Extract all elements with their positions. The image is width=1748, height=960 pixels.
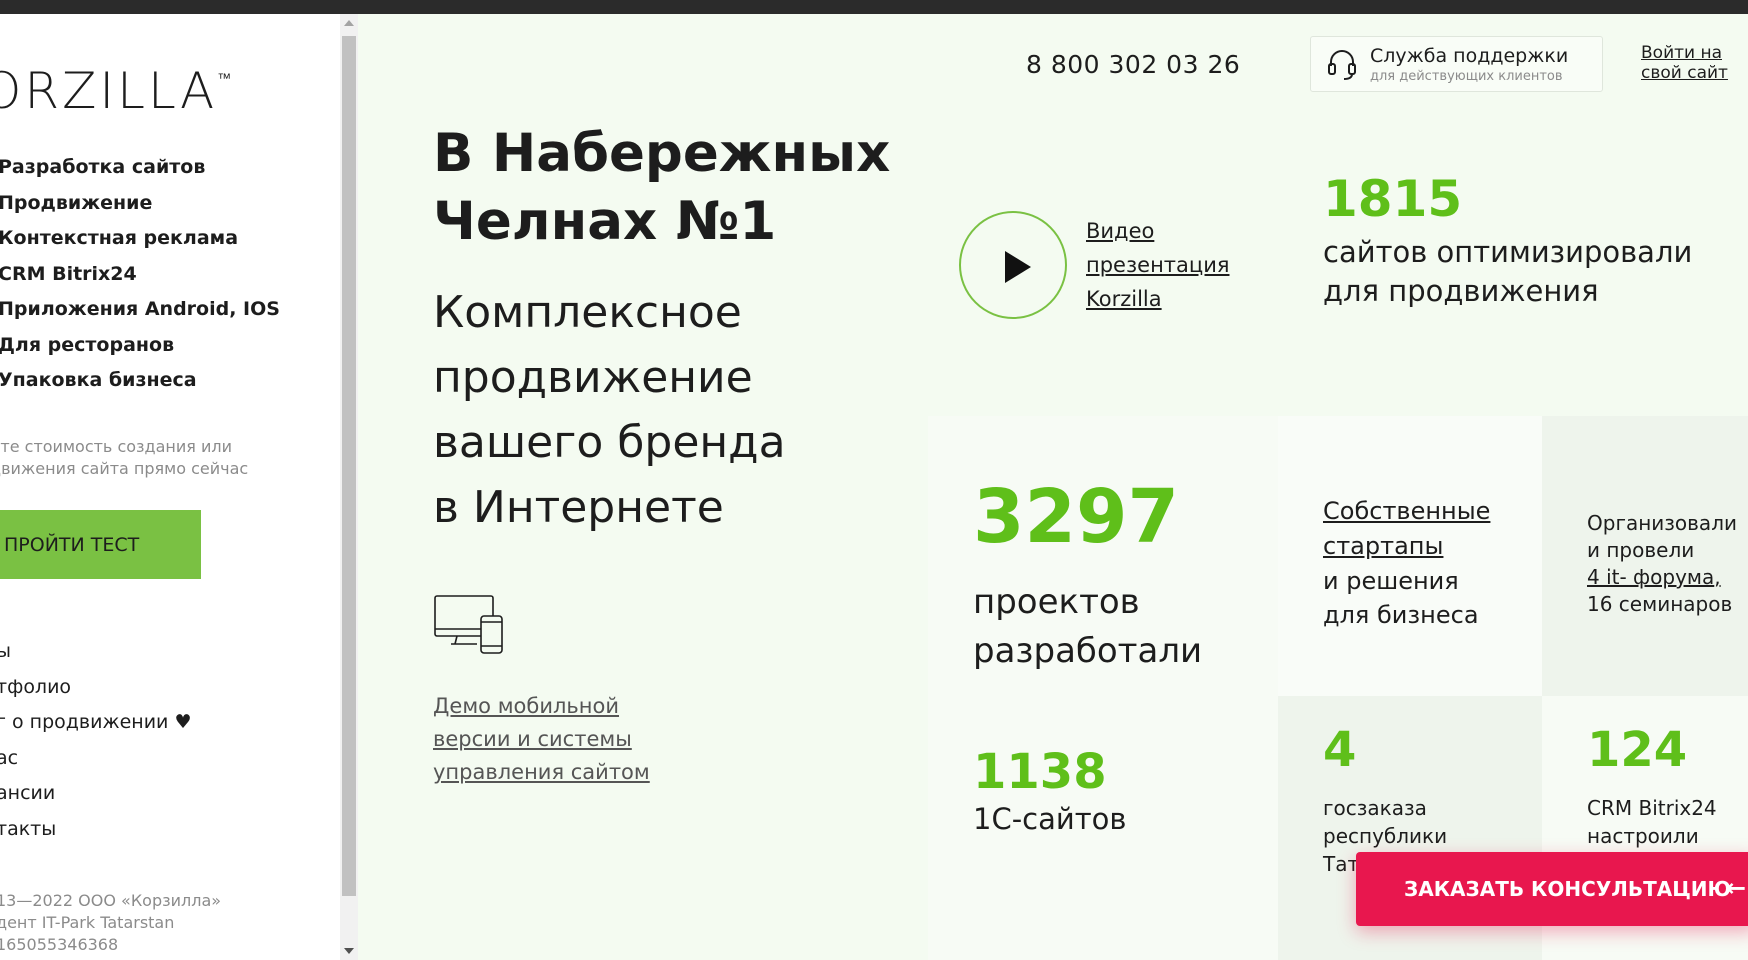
consult-label: ЗАКАЗАТЬ КОНСУЛЬТАЦИЮ: [1404, 877, 1731, 901]
subtitle-line: в Интернете: [433, 482, 724, 533]
headset-icon: [1327, 49, 1357, 85]
menu-item-vacancies[interactable]: ансии: [0, 776, 191, 812]
forum-text: Организовали и провели: [1587, 510, 1737, 564]
startups-line: Собственные: [1323, 497, 1491, 525]
browser-top-bar: [0, 0, 1748, 14]
forum-comma: ,: [1714, 565, 1721, 589]
promo-line: движения сайта прямо сейчас: [0, 459, 249, 478]
forum-line: и провели: [1587, 538, 1695, 562]
sidebar-footer: 13—2022 ООО «Корзилла» дент IT-Park Tata…: [0, 890, 221, 956]
startups-line: и решения: [1323, 567, 1459, 595]
secondary-menu: ы тфолио г о продвижении ♥ ас ансии такт…: [0, 634, 191, 847]
stat-line: госзаказа: [1323, 796, 1427, 820]
menu-item-team[interactable]: ас: [0, 741, 191, 777]
play-icon: [1005, 251, 1031, 283]
phone-number[interactable]: 8 800 302 03 26: [1026, 50, 1240, 79]
menu-item-context-ads[interactable]: Контекстная реклама: [0, 221, 280, 257]
support-button[interactable]: Служба поддержки для действующих клиенто…: [1310, 36, 1603, 92]
video-line: Видео: [1086, 219, 1155, 243]
demo-line: Демо мобильной: [433, 694, 620, 718]
subtitle-line: Комплексное: [433, 287, 742, 338]
subtitle-line: вашего бренда: [433, 417, 786, 468]
stat-projects-number: 3297: [973, 474, 1179, 560]
menu-item-apps[interactable]: Приложения Android, IOS: [0, 292, 280, 328]
stat-line: проектов: [973, 582, 1140, 622]
footer-copyright: 13—2022 ООО «Корзилла»: [0, 891, 222, 910]
login-link[interactable]: Войти на свой сайт: [1641, 43, 1728, 83]
forum-row: 4 it- форума,: [1587, 564, 1721, 591]
menu-item-portfolio[interactable]: тфолио: [0, 670, 191, 706]
support-subtitle: для действующих клиентов: [1370, 69, 1563, 84]
demo-line: версии и системы: [433, 727, 632, 751]
menu-item-branding[interactable]: Упаковка бизнеса: [0, 363, 280, 399]
stat-line: для продвижения: [1323, 274, 1599, 308]
menu-item-promotion[interactable]: Продвижение: [0, 186, 280, 222]
test-promo-text: йте стоимость создания или движения сайт…: [0, 436, 248, 480]
promo-line: йте стоимость создания или: [0, 437, 232, 456]
footer-resident: дент IT-Park Tatarstan: [0, 913, 175, 932]
devices-icon[interactable]: [433, 594, 505, 660]
forum-line: Организовали: [1587, 511, 1737, 535]
main-content: 8 800 302 03 26 Служба поддержки для дей…: [358, 14, 1748, 960]
video-line: презентация: [1086, 253, 1230, 277]
menu-item-about[interactable]: ы: [0, 634, 191, 670]
title-line: В Набережных: [433, 123, 891, 184]
menu-item-web-dev[interactable]: Разработка сайтов: [0, 150, 280, 186]
play-video-button[interactable]: [959, 211, 1067, 319]
scroll-down-arrow-icon[interactable]: [344, 948, 354, 954]
stat-crm-text: CRM Bitrix24 настроили: [1587, 794, 1717, 850]
footer-inn: 165055346368: [0, 935, 119, 954]
stat-line: республики: [1323, 824, 1448, 848]
arrow-left-icon: ←: [1726, 874, 1747, 902]
seminars-text: 16 семинаров: [1587, 592, 1733, 616]
startups-line: для бизнеса: [1323, 601, 1479, 629]
hero-subtitle: Комплексное продвижение вашего бренда в …: [433, 280, 786, 540]
support-title: Служба поддержки: [1370, 45, 1569, 67]
scroll-up-arrow-icon[interactable]: [344, 20, 354, 26]
stat-optimized-text: сайтов оптимизировали для продвижения: [1323, 233, 1692, 311]
stat-line: CRM Bitrix24: [1587, 796, 1717, 820]
login-line: Войти на: [1641, 43, 1722, 63]
login-line: свой сайт: [1641, 63, 1728, 83]
stat-optimized-number: 1815: [1323, 170, 1463, 228]
sidebar-scrollbar[interactable]: [340, 14, 358, 960]
stat-projects-text: проектов разработали: [973, 578, 1202, 676]
stat-line: разработали: [973, 631, 1203, 671]
video-presentation-link[interactable]: Видео презентация Korzilla: [1086, 214, 1229, 316]
sidebar: ORZILLA™ Разработка сайтов Продвижение К…: [0, 14, 340, 960]
menu-item-crm[interactable]: CRM Bitrix24: [0, 257, 280, 293]
page-title: В Набережных Челнах №1: [433, 120, 890, 256]
stat-gov-number: 4: [1323, 722, 1357, 778]
startups-line: стартапы: [1323, 532, 1444, 560]
demo-mobile-link[interactable]: Демо мобильной версии и системы управлен…: [433, 690, 650, 789]
video-line: Korzilla: [1086, 287, 1162, 311]
take-test-button[interactable]: ПРОЙТИ ТЕСТ: [0, 510, 201, 579]
stat-1c-text: 1С-сайтов: [973, 802, 1127, 836]
logo-trademark: ™: [217, 71, 232, 87]
scroll-thumb[interactable]: [342, 36, 356, 896]
startups-link[interactable]: Собственные стартапы: [1323, 494, 1490, 564]
stat-1c-number: 1138: [973, 744, 1107, 800]
title-line: Челнах №1: [433, 191, 777, 252]
main-menu: Разработка сайтов Продвижение Контекстна…: [0, 150, 280, 399]
logo[interactable]: ORZILLA™: [0, 62, 231, 120]
order-consultation-button[interactable]: ЗАКАЗАТЬ КОНСУЛЬТАЦИЮ ←: [1356, 852, 1748, 926]
stat-line: настроили: [1587, 824, 1699, 848]
demo-line: управления сайтом: [433, 760, 650, 784]
menu-item-contacts[interactable]: такты: [0, 812, 191, 848]
startups-text: и решения для бизнеса: [1323, 564, 1479, 632]
stat-line: сайтов оптимизировали: [1323, 235, 1693, 269]
logo-text: ORZILLA: [0, 62, 218, 120]
forums-link[interactable]: 4 it- форума: [1587, 565, 1714, 589]
menu-item-blog[interactable]: г о продвижении ♥: [0, 705, 191, 741]
stat-crm-number: 124: [1587, 722, 1688, 778]
subtitle-line: продвижение: [433, 352, 753, 403]
menu-item-restaurants[interactable]: Для ресторанов: [0, 328, 280, 364]
